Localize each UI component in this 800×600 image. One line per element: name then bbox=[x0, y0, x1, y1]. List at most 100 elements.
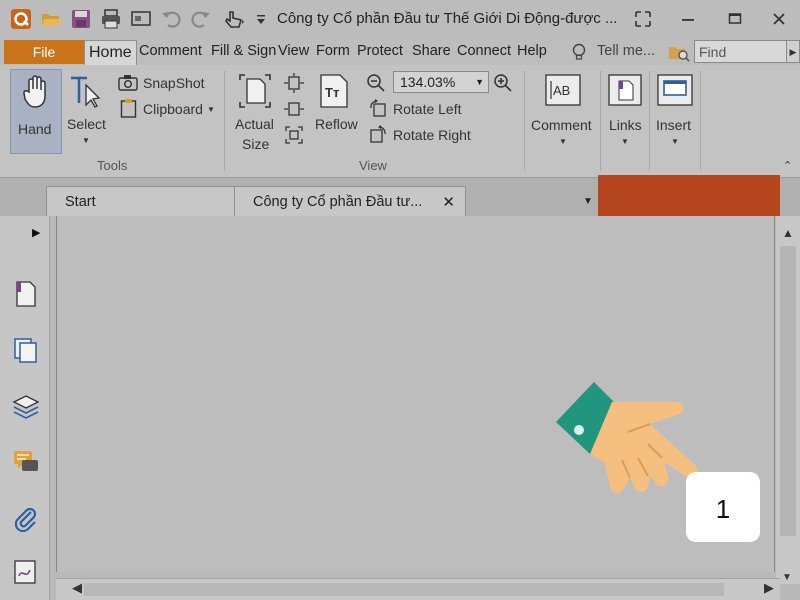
links-button[interactable]: Links bbox=[609, 117, 642, 133]
horizontal-scroll-thumb[interactable] bbox=[84, 583, 724, 596]
file-menu[interactable]: File bbox=[4, 40, 84, 64]
menu-help[interactable]: Help bbox=[517, 43, 547, 59]
collapse-ribbon-icon[interactable]: ⌃ bbox=[783, 159, 792, 172]
rotate-right-icon bbox=[370, 125, 386, 143]
comments-icon[interactable] bbox=[12, 448, 40, 476]
window-title: Công ty Cổ phần Đầu tư Thế Giới Di Động-… bbox=[277, 10, 618, 27]
step-number-badge: 1 bbox=[686, 472, 760, 542]
redo-icon[interactable] bbox=[190, 8, 212, 30]
rotate-right-button[interactable]: Rotate Right bbox=[393, 127, 471, 143]
hand-label: Hand bbox=[18, 121, 52, 137]
clipboard-button[interactable]: Clipboard bbox=[143, 101, 203, 117]
scroll-left-icon[interactable]: ◀ bbox=[72, 580, 82, 596]
menu-connect[interactable]: Connect bbox=[457, 43, 511, 59]
links-icon bbox=[608, 74, 642, 106]
tab-document[interactable]: Công ty Cổ phần Đầu tư... ✕ bbox=[234, 186, 466, 216]
zoom-level-select[interactable]: 134.03% ▼ bbox=[393, 71, 489, 93]
find-next-button[interactable]: ▶ bbox=[787, 40, 800, 63]
open-folder-icon[interactable] bbox=[40, 8, 62, 30]
menu-home[interactable]: Home bbox=[84, 40, 137, 65]
maximize-button[interactable] bbox=[712, 4, 758, 34]
layers-icon[interactable] bbox=[12, 392, 40, 420]
app-logo-icon[interactable] bbox=[10, 8, 32, 30]
comment-icon: AB bbox=[545, 74, 581, 106]
clipboard-icon bbox=[120, 99, 137, 118]
scroll-up-icon[interactable]: ▲ bbox=[782, 226, 794, 240]
hand-tool-button[interactable]: Hand bbox=[10, 69, 62, 154]
minimize-button[interactable] bbox=[665, 4, 711, 34]
clipboard-dropdown-icon[interactable]: ▼ bbox=[207, 105, 215, 114]
tab-list-dropdown-icon[interactable]: ▼ bbox=[583, 196, 593, 207]
lightbulb-icon bbox=[572, 43, 586, 60]
touch-mode-icon[interactable] bbox=[222, 8, 246, 30]
maximize-icon bbox=[728, 13, 742, 24]
menu-bar: File Home Comment Fill & Sign View Form … bbox=[0, 38, 800, 65]
folder-search-icon[interactable] bbox=[668, 42, 690, 62]
links-dropdown-icon[interactable]: ▼ bbox=[621, 137, 629, 146]
zoom-in-icon[interactable] bbox=[493, 73, 513, 93]
scroll-down-icon[interactable]: ▼ bbox=[782, 572, 792, 583]
fit-page-icon[interactable] bbox=[284, 73, 304, 93]
fit-width-icon[interactable] bbox=[284, 99, 304, 119]
menu-view[interactable]: View bbox=[278, 43, 309, 59]
rotate-left-icon bbox=[370, 99, 386, 117]
zoom-value: 134.03% bbox=[400, 74, 456, 90]
view-group-label: View bbox=[359, 158, 387, 173]
print-icon[interactable] bbox=[100, 8, 122, 30]
menu-protect[interactable]: Protect bbox=[357, 43, 403, 59]
expand-panel-icon[interactable]: ▶ bbox=[32, 226, 40, 239]
screen-icon[interactable] bbox=[130, 8, 152, 30]
close-button[interactable] bbox=[756, 4, 800, 34]
undo-icon[interactable] bbox=[160, 8, 182, 30]
tab-start[interactable]: Start bbox=[46, 186, 238, 216]
reflow-icon: Tт bbox=[320, 74, 348, 108]
menu-comment[interactable]: Comment bbox=[139, 43, 202, 59]
title-bar: Công ty Cổ phần Đầu tư Thế Giới Di Động-… bbox=[0, 0, 800, 38]
close-icon bbox=[773, 13, 785, 25]
reflow-button[interactable]: Reflow bbox=[315, 116, 358, 132]
vertical-scroll-thumb[interactable] bbox=[780, 246, 796, 536]
copy-pages-icon[interactable] bbox=[12, 336, 40, 364]
select-dropdown-icon[interactable]: ▼ bbox=[82, 136, 90, 145]
tools-group-label: Tools bbox=[97, 158, 128, 173]
minimize-icon bbox=[682, 19, 694, 21]
zoom-out-icon[interactable] bbox=[366, 73, 386, 93]
rotate-left-button[interactable]: Rotate Left bbox=[393, 101, 462, 117]
attachment-icon[interactable] bbox=[12, 504, 40, 532]
insert-icon bbox=[657, 74, 693, 106]
comment-dropdown-icon[interactable]: ▼ bbox=[559, 137, 567, 146]
hand-icon bbox=[23, 75, 46, 108]
svg-text:Tт: Tт bbox=[325, 85, 339, 100]
actual-size-line1[interactable]: Actual bbox=[235, 116, 274, 132]
highlight-block bbox=[598, 175, 780, 216]
select-tool-button[interactable]: Select bbox=[67, 116, 106, 132]
select-text-icon bbox=[71, 76, 101, 108]
menu-form[interactable]: Form bbox=[316, 43, 350, 59]
tab-document-label: Công ty Cổ phần Đầu tư... bbox=[253, 194, 423, 210]
actual-size-line2[interactable]: Size bbox=[242, 136, 269, 152]
restore-view-button[interactable] bbox=[620, 4, 666, 34]
ribbon: Hand Select ▼ SnapShot Clipboard ▼ Tools… bbox=[0, 65, 800, 178]
save-icon[interactable] bbox=[70, 8, 92, 30]
camera-icon bbox=[118, 75, 138, 91]
pages-icon[interactable] bbox=[12, 280, 40, 308]
scroll-right-icon[interactable]: ▶ bbox=[764, 580, 774, 596]
horizontal-scrollbar[interactable]: ◀ ▶ bbox=[56, 578, 780, 600]
close-tab-icon[interactable]: ✕ bbox=[442, 193, 455, 211]
zoom-dropdown-icon: ▼ bbox=[475, 77, 484, 87]
insert-dropdown-icon[interactable]: ▼ bbox=[671, 137, 679, 146]
menu-share[interactable]: Share bbox=[412, 43, 451, 59]
vertical-scrollbar[interactable]: ▲ ▼ bbox=[776, 216, 800, 584]
expand-icon bbox=[635, 11, 651, 27]
tab-start-label: Start bbox=[65, 194, 96, 210]
comment-button[interactable]: Comment bbox=[531, 117, 592, 133]
menu-fill-sign[interactable]: Fill & Sign bbox=[211, 43, 276, 59]
insert-button[interactable]: Insert bbox=[656, 117, 691, 133]
snapshot-button[interactable]: SnapShot bbox=[143, 75, 205, 91]
customize-arrow-icon[interactable] bbox=[256, 8, 266, 30]
find-input[interactable]: Find bbox=[694, 40, 787, 63]
actual-size-icon bbox=[239, 74, 271, 108]
tell-me-input[interactable]: Tell me... bbox=[597, 43, 655, 59]
fit-visible-icon[interactable] bbox=[284, 125, 304, 145]
signature-icon[interactable] bbox=[12, 558, 40, 586]
